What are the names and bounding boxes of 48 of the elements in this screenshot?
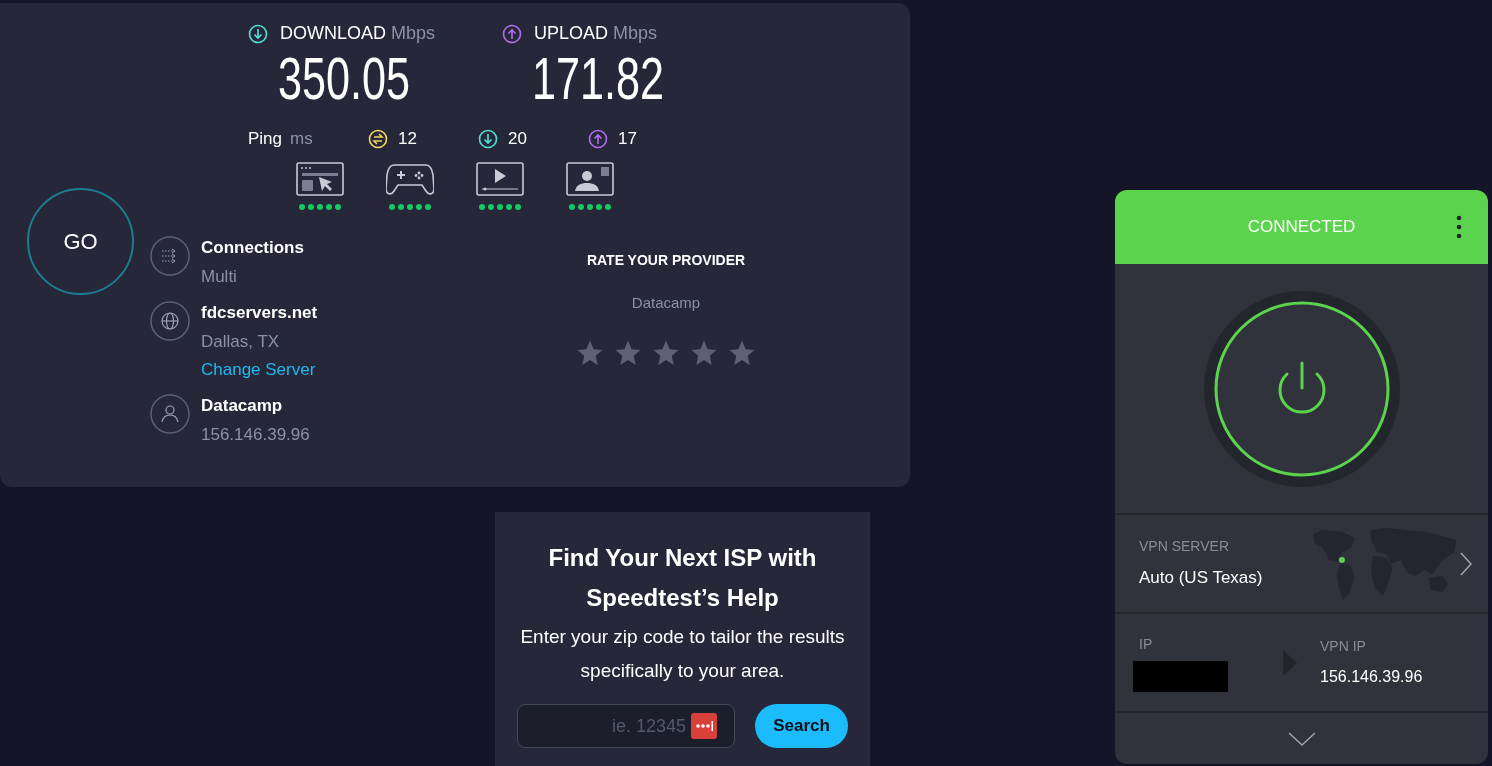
ping-label: Ping <box>248 128 283 151</box>
globe-icon <box>150 301 190 341</box>
speed-label: DOWNLOAD <box>280 22 386 45</box>
vpn-ip: 156.146.39.96 <box>1320 667 1423 687</box>
power-button[interactable] <box>1203 290 1400 487</box>
gamepad-drawing <box>386 161 434 211</box>
unit-label: Mbps <box>391 22 436 45</box>
zip-field[interactable]: ie. 12345 <box>517 704 736 748</box>
promo-title: Find Your Next ISP with Speedtest’s Help <box>547 543 818 613</box>
ping-value: 17 <box>618 128 637 151</box>
speed-value: 171.82 <box>532 47 665 111</box>
provider-name: Datacamp <box>631 293 701 313</box>
person-icon <box>150 394 190 434</box>
info-detail: Multi <box>201 267 238 287</box>
video-call-drawing <box>566 161 614 211</box>
password-manager-icon <box>691 713 718 739</box>
speed-label: UPLOAD <box>534 22 609 45</box>
info-detail: 156.146.39.96 <box>201 425 310 445</box>
chevron-right-icon <box>1460 551 1472 576</box>
ping-value: 20 <box>508 128 527 151</box>
more-icon[interactable] <box>1456 215 1462 239</box>
ping-icon <box>368 129 388 149</box>
field-label: IP <box>1138 634 1154 654</box>
server-name: Auto (US Texas) <box>1139 567 1264 590</box>
info-title: Connections <box>201 237 304 259</box>
field-label: VPN SERVER <box>1139 537 1230 557</box>
search-button[interactable]: Search <box>755 704 848 748</box>
speed-value: 350.05 <box>278 47 411 111</box>
unit-label: Mbps <box>613 22 658 45</box>
unit-label: ms <box>290 128 313 151</box>
video-drawing <box>476 161 524 211</box>
download-icon <box>478 129 498 149</box>
browsing-drawing <box>296 161 344 211</box>
change-server-link[interactable]: Change Server <box>201 360 318 380</box>
promo-text: Enter your zip code to tailor the results specifically to your area. <box>519 625 846 683</box>
status-text: CONNECTED <box>1247 216 1356 239</box>
rate-title: RATE YOUR PROVIDER <box>586 251 746 270</box>
download-icon <box>248 23 268 44</box>
info-title: fdcservers.net <box>201 302 318 324</box>
upload-icon <box>502 23 522 44</box>
field-label: VPN IP <box>1320 637 1367 656</box>
info-detail: Dallas, TX <box>201 332 281 352</box>
go-button[interactable]: GO <box>27 188 134 295</box>
ping-value: 12 <box>398 128 417 151</box>
info-title: Datacamp <box>201 395 284 417</box>
upload-icon <box>588 129 608 149</box>
chevron-down-icon[interactable] <box>1287 731 1316 746</box>
connections-icon <box>150 236 190 276</box>
